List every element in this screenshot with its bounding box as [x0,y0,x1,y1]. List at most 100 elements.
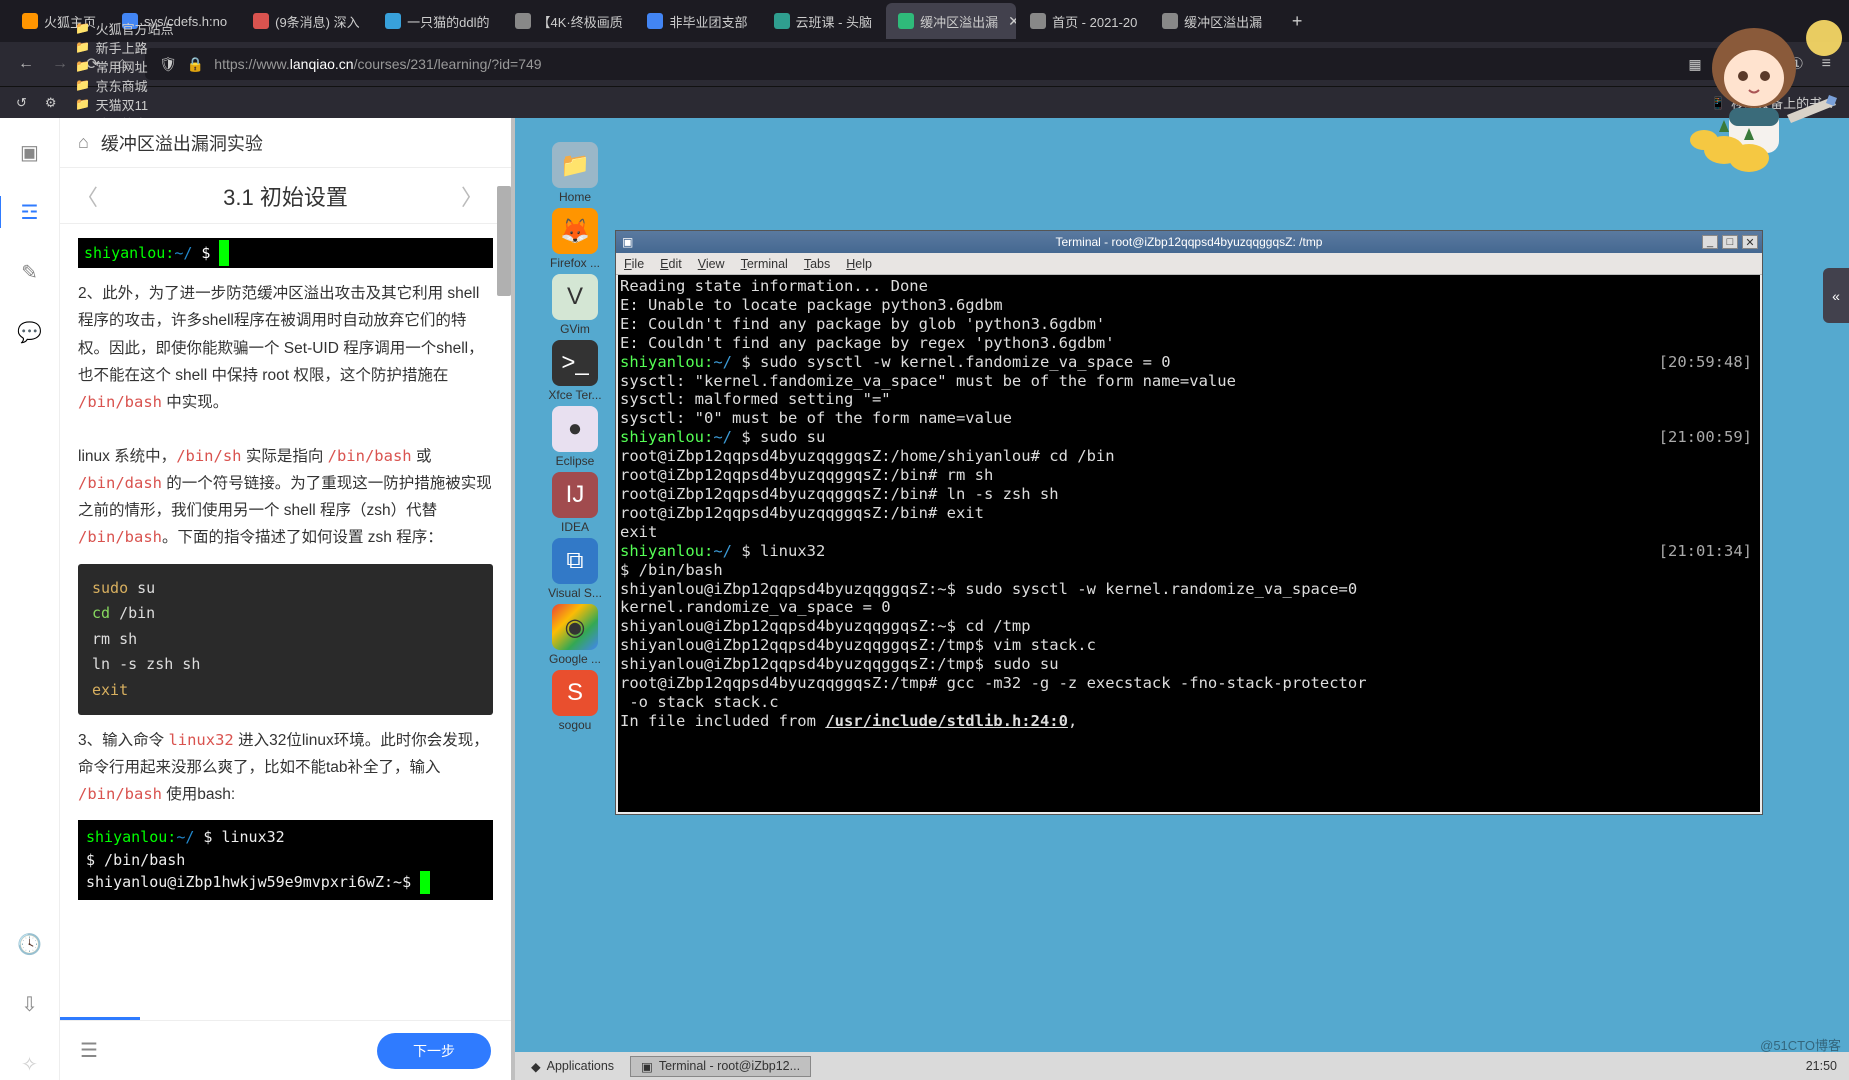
favicon [253,13,269,29]
menu-item[interactable]: View [698,257,725,271]
dock-item[interactable]: IJIDEA [544,472,606,534]
dock-item[interactable]: >_Xfce Ter... [544,340,606,402]
tab-label: 一只猫的ddl的 [407,12,489,31]
tab-label: 【4K·终极画质 [537,12,622,31]
folder-icon: 📁 [75,96,91,112]
dock-item[interactable]: ⧉Visual S... [544,538,606,600]
progress-bar [60,1017,140,1020]
new-tab-button[interactable]: + [1282,6,1312,36]
minimize-button[interactable]: _ [1702,235,1718,249]
next-section-button[interactable]: 〉 [461,180,483,212]
remote-desktop: 📁Home🦊 Firefox ... VGVim>_Xfce Ter...●Ecli… [515,118,1849,1080]
browser-address-bar: ← → ⟳ ⌂ 🛡 🔒 https://www.lanqiao.cn/cours… [0,42,1849,86]
rail-save-icon[interactable]: 🕓 [14,928,46,960]
next-step-button[interactable]: 下一步 [377,1033,491,1069]
rail-steps-icon[interactable]: ☲ [14,196,46,228]
menu-item[interactable]: Help [846,257,872,271]
terminal-output[interactable]: Reading state information... DoneE: Unab… [618,275,1760,812]
applications-menu[interactable]: ◆Applications [521,1057,624,1076]
dock-item[interactable]: Ssogou [544,670,606,732]
folder-icon: 📁 [75,58,91,74]
taskbar-window-button[interactable]: ▣Terminal - root@iZbp12... [630,1056,811,1077]
bookmark-label: 火狐官方站点 [96,19,174,38]
favicon [22,13,38,29]
bookmark-item[interactable]: 📁 天猫双11 [75,95,222,114]
rail-download-icon[interactable]: ⇩ [14,988,46,1020]
terminal-titlebar[interactable]: ▣ Terminal - root@iZbp12qqpsd4byuzqqggqs… [616,231,1762,253]
list-toggle-icon[interactable]: ☰ [80,1038,98,1063]
paragraph-3: linux 系统中，/bin/sh 实际是指向 /bin/bash 或 /bin… [78,443,493,552]
dock-item[interactable]: VGVim [544,274,606,336]
left-icon-rail: ▣ ☲ ✎ 💬 🕓 ⇩ ✧ [0,118,60,1080]
terminal-window: ▣ Terminal - root@iZbp12qqpsd4byuzqqggqs… [615,230,1763,815]
dock-label: Firefox ... [544,256,606,270]
tab-label: 缓冲区溢出漏 [920,12,998,31]
bookmark-item[interactable]: 📁火狐官方站点 [75,19,222,38]
menu-item[interactable]: Tabs [804,257,830,271]
tab-label: 非毕业团支部 [669,12,747,31]
dock-item[interactable]: ◉Google ... [544,604,606,666]
prev-section-button[interactable]: 〈 [76,180,98,212]
menu-item[interactable]: Terminal [741,257,788,271]
bookmark-bar: ↺ ⚙ 📁火狐官方站点 📁新手上路 📁常用网址 📁京东商城 📁天猫双11 📁计组… [0,86,1849,118]
browser-tab[interactable]: 首页 - 2021-20 [1018,3,1148,39]
browser-tab[interactable]: 缓冲区溢出漏 [1150,3,1274,39]
close-icon[interactable]: ✕ [1008,13,1016,30]
favicon [647,13,663,29]
bookmark-label: 新手上路 [96,38,148,57]
rail-chat-icon[interactable]: 💬 [14,316,46,348]
browser-tab[interactable]: (9条消息) 深入 [241,3,371,39]
dock-item[interactable]: 🦊 Firefox ... [544,208,606,270]
favicon [1030,13,1046,29]
terminal-title-text: Terminal - root@iZbp12qqpsd4byuzqqggqsZ:… [616,235,1762,249]
url-bar[interactable]: 🛡 🔒 https://www.lanqiao.cn/courses/231/l… [145,48,1738,80]
rail-outline-icon[interactable]: ▣ [14,136,46,168]
bookmark-item[interactable]: 📁 京东商城 [75,76,222,95]
tab-label: 首页 - 2021-20 [1052,12,1137,31]
mascot-overlay [1669,0,1849,180]
dock-icon: 🦊 [552,208,598,254]
dock-label: Eclipse [544,454,606,468]
settings-icon[interactable]: ⚙ [45,95,57,111]
bookmark-label: 京东商城 [96,76,148,95]
bookmark-label: 天猫双11 [96,95,149,114]
maximize-button[interactable]: □ [1722,235,1738,249]
browser-tab[interactable]: 一只猫的ddl的 [373,3,501,39]
forward-button[interactable]: → [52,55,68,73]
course-content: shiyanlou:~/ $ 2、此外，为了进一步防范缓冲区溢出攻击及其它利用 … [60,224,511,1020]
dock-item[interactable]: 📁Home [544,142,606,204]
url-text: https://www.lanqiao.cn/courses/231/learn… [214,56,541,72]
browser-tab[interactable]: 云班课 - 头脑 [762,3,885,39]
dock-icon: 📁 [552,142,598,188]
favicon [515,13,531,29]
favicon [385,13,401,29]
desktop-taskbar: ◆Applications ▣Terminal - root@iZbp12...… [515,1052,1849,1080]
folder-icon: 📁 [75,77,91,93]
favicon [774,13,790,29]
side-collapse-handle[interactable]: « [1823,268,1849,323]
paragraph-2: 2、此外，为了进一步防范缓冲区溢出攻击及其它利用 shell 程序的攻击，许多s… [78,280,493,416]
menu-item[interactable]: File [624,257,644,271]
dock-label: Google ... [544,652,606,666]
course-title: 缓冲区溢出漏洞实验 [101,130,263,156]
sync-icon[interactable]: ↺ [16,95,27,111]
bookmark-item[interactable]: 📁常用网址 [75,57,222,76]
back-button[interactable]: ← [18,55,34,73]
menu-item[interactable]: Edit [660,257,682,271]
browser-tab[interactable]: 缓冲区溢出漏 ✕ [886,3,1016,39]
rail-edit-icon[interactable]: ✎ [14,256,46,288]
browser-tab[interactable]: 非毕业团支部 [635,3,759,39]
dock-item[interactable]: ●Eclipse [544,406,606,468]
home-icon[interactable]: ⌂ [78,132,89,153]
bookmark-item[interactable]: 📁新手上路 [75,38,222,57]
terminal-menu-bar[interactable]: File Edit View Terminal Tabs Help [616,253,1762,275]
dock-label: GVim [544,322,606,336]
scrollbar-thumb[interactable] [497,186,511,296]
prompt-strip: shiyanlou:~/ $ [78,238,493,268]
close-button[interactable]: ✕ [1742,235,1758,249]
browser-tab[interactable]: 【4K·终极画质 [503,3,633,39]
browser-tab-bar: 火狐主页sys/cdefs.h:no(9条消息) 深入一只猫的ddl的【4K·终… [0,0,1849,42]
paragraph-4: 3、输入命令 linux32 进入32位linux环境。此时你会发现，命令行用起… [78,727,493,808]
dock-label: Xfce Ter... [544,388,606,402]
rail-share-icon[interactable]: ✧ [14,1048,46,1080]
